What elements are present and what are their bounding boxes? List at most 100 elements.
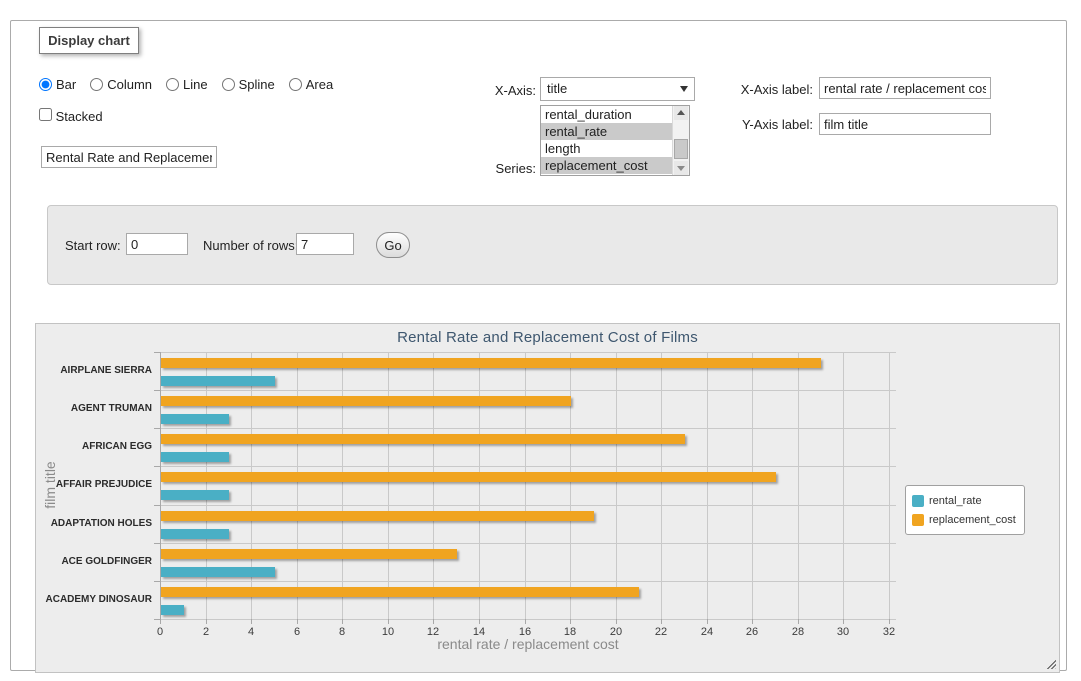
series-listbox-label: Series:: [441, 161, 536, 176]
stacked-checkbox-wrap[interactable]: Stacked: [39, 108, 103, 124]
bar-replacement_cost[interactable]: [161, 511, 594, 521]
x-tick-label-4: 4: [248, 626, 254, 638]
gridline-x-24: [707, 352, 708, 619]
chart-type-radio-bar[interactable]: Bar: [39, 77, 76, 92]
gridline-x-20: [616, 352, 617, 619]
start-row-label: Start row:: [65, 238, 121, 253]
x-tick-4: [251, 619, 252, 624]
y-tick-7: [154, 619, 160, 620]
stacked-checkbox[interactable]: [39, 108, 52, 121]
display-chart-fieldset: Bar Column Line Spline Area Stacked X-Ax…: [10, 20, 1067, 671]
x-tick-label-16: 16: [519, 626, 531, 638]
legend-label-replacement_cost: replacement_cost: [929, 514, 1016, 526]
go-button[interactable]: Go: [376, 232, 410, 258]
gridline-y-3: [160, 466, 896, 467]
category-label: AFFAIR PREJUDICE: [36, 466, 152, 504]
legend-item-replacement_cost[interactable]: replacement_cost: [912, 510, 1016, 529]
bar-rental_rate[interactable]: [161, 414, 229, 424]
spline-radio-label: Spline: [239, 77, 275, 92]
x-axis-select-label: X-Axis:: [441, 83, 536, 98]
scroll-up-button[interactable]: [674, 106, 688, 120]
legend-item-rental_rate[interactable]: rental_rate: [912, 491, 1016, 510]
bar-rental_rate[interactable]: [161, 376, 275, 386]
series-option-length[interactable]: length: [541, 140, 672, 157]
gridline-x-10: [388, 352, 389, 619]
gridline-y-0: [160, 352, 896, 353]
bar-rental_rate[interactable]: [161, 567, 275, 577]
bar-rental_rate[interactable]: [161, 529, 229, 539]
number-of-rows-label: Number of rows:: [203, 238, 298, 253]
x-tick-label-14: 14: [473, 626, 485, 638]
x-tick-label-0: 0: [157, 626, 163, 638]
stacked-label: Stacked: [56, 109, 103, 124]
gridline-y-5: [160, 543, 896, 544]
area-radio-label: Area: [306, 77, 333, 92]
bar-replacement_cost[interactable]: [161, 587, 639, 597]
chart-type-radio-area[interactable]: Area: [289, 77, 333, 92]
chart-type-radio-column[interactable]: Column: [90, 77, 152, 92]
x-tick-18: [570, 619, 571, 624]
gridline-x-6: [297, 352, 298, 619]
x-tick-0: [160, 619, 161, 624]
gridline-x-26: [752, 352, 753, 619]
gridline-x-32: [889, 352, 890, 619]
legend-swatch-replacement_cost: [912, 514, 924, 526]
category-label: AIRPLANE SIERRA: [36, 352, 152, 390]
series-option-rental_duration[interactable]: rental_duration: [541, 106, 672, 123]
column-radio[interactable]: [90, 78, 103, 91]
bar-rental_rate[interactable]: [161, 605, 184, 615]
series-option-replacement_cost[interactable]: replacement_cost: [541, 157, 672, 174]
y-tick-3: [154, 466, 160, 467]
x-tick-8: [342, 619, 343, 624]
x-tick-26: [752, 619, 753, 624]
legend-label-rental_rate: rental_rate: [929, 495, 982, 507]
x-axis-label-label: X-Axis label:: [701, 82, 813, 97]
x-tick-6: [297, 619, 298, 624]
line-radio[interactable]: [166, 78, 179, 91]
scroll-up-icon: [677, 110, 685, 115]
gridline-x-16: [525, 352, 526, 619]
start-row-input[interactable]: [126, 233, 188, 255]
x-tick-20: [616, 619, 617, 624]
gridline-y-2: [160, 428, 896, 429]
y-axis-label-input[interactable]: [819, 113, 991, 135]
x-tick-24: [707, 619, 708, 624]
chart-title-input[interactable]: [41, 146, 217, 168]
bar-rental_rate[interactable]: [161, 452, 229, 462]
scrollbar-thumb[interactable]: [674, 139, 688, 159]
bar-radio[interactable]: [39, 78, 52, 91]
spline-radio[interactable]: [222, 78, 235, 91]
bar-replacement_cost[interactable]: [161, 396, 571, 406]
series-listbox[interactable]: rental_durationrental_ratelengthreplacem…: [540, 105, 690, 176]
bar-rental_rate[interactable]: [161, 490, 229, 500]
area-radio[interactable]: [289, 78, 302, 91]
bar-replacement_cost[interactable]: [161, 434, 685, 444]
scroll-down-button[interactable]: [674, 161, 688, 175]
series-option-rental_rate[interactable]: rental_rate: [541, 123, 672, 140]
x-tick-label-12: 12: [427, 626, 439, 638]
x-tick-32: [889, 619, 890, 624]
stacked-checkbox-row: Stacked: [39, 108, 103, 124]
gridline-y-1: [160, 390, 896, 391]
x-tick-22: [661, 619, 662, 624]
x-axis-title: rental rate / replacement cost: [160, 636, 896, 652]
x-axis-label-input[interactable]: [819, 77, 991, 99]
y-axis-label-label: Y-Axis label:: [701, 117, 813, 132]
listbox-scrollbar[interactable]: [672, 106, 689, 175]
gridline-x-28: [798, 352, 799, 619]
gridline-x-2: [206, 352, 207, 619]
bar-radio-label: Bar: [56, 77, 76, 92]
chart-panel: Rental Rate and Replacement Cost of Film…: [35, 323, 1060, 673]
bar-replacement_cost[interactable]: [161, 358, 821, 368]
chart-legend: rental_rate replacement_cost: [905, 485, 1025, 535]
bar-replacement_cost[interactable]: [161, 549, 457, 559]
x-axis-select[interactable]: title: [540, 77, 695, 101]
bar-replacement_cost[interactable]: [161, 472, 776, 482]
number-of-rows-input[interactable]: [296, 233, 354, 255]
chart-resize-handle[interactable]: [1045, 658, 1056, 669]
gridline-x-18: [570, 352, 571, 619]
x-tick-16: [525, 619, 526, 624]
chart-type-radio-line[interactable]: Line: [166, 77, 208, 92]
chart-type-radio-spline[interactable]: Spline: [222, 77, 275, 92]
column-radio-label: Column: [107, 77, 152, 92]
